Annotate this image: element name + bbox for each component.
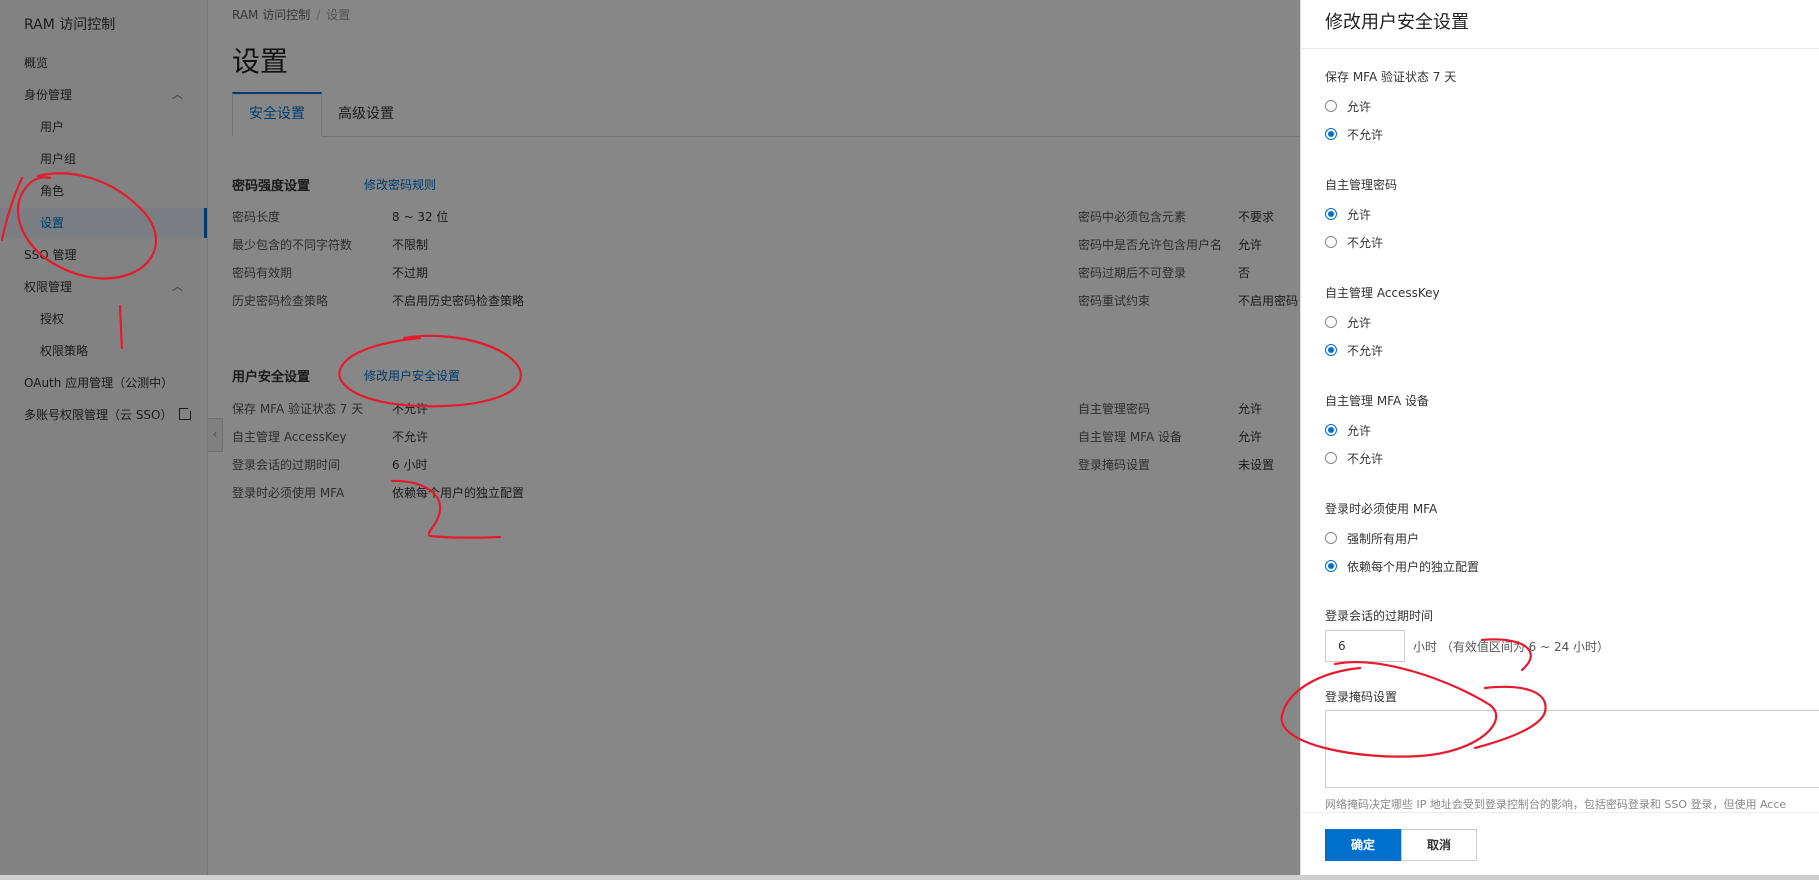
modal-backdrop[interactable] xyxy=(0,0,1300,880)
radio-label: 不允许 xyxy=(1347,452,1384,466)
session-timeout-hint: 小时 （有效值区间为 6 ~ 24 小时） xyxy=(1413,640,1610,654)
confirm-button[interactable]: 确定 xyxy=(1325,829,1401,861)
radio-button-checked[interactable] xyxy=(1325,128,1337,140)
radio-button[interactable] xyxy=(1325,100,1337,112)
radio-button-checked[interactable] xyxy=(1325,208,1337,220)
drawer-title: 修改用户安全设置 xyxy=(1325,12,1469,33)
field-label: 登录会话的过期时间 xyxy=(1325,609,1434,623)
radio-label: 强制所有用户 xyxy=(1347,532,1420,546)
radio-label: 允许 xyxy=(1347,100,1372,114)
login-mask-textarea[interactable] xyxy=(1325,710,1819,788)
radio-label: 依赖每个用户的独立配置 xyxy=(1347,560,1480,574)
field-label: 自主管理 MFA 设备 xyxy=(1325,394,1429,408)
radio-label: 不允许 xyxy=(1347,236,1384,250)
radio-label: 允许 xyxy=(1347,424,1372,438)
radio-button[interactable] xyxy=(1325,316,1337,328)
radio-label: 允许 xyxy=(1347,316,1372,330)
radio-button[interactable] xyxy=(1325,452,1337,464)
radio-button-checked[interactable] xyxy=(1325,344,1337,356)
field-label: 自主管理密码 xyxy=(1325,178,1398,192)
divider xyxy=(1301,812,1819,813)
radio-button[interactable] xyxy=(1325,532,1337,544)
field-label: 保存 MFA 验证状态 7 天 xyxy=(1325,70,1457,84)
field-label: 登录掩码设置 xyxy=(1325,690,1398,704)
login-mask-help: 网络掩码决定哪些 IP 地址会受到登录控制台的影响，包括密码登录和 SSO 登录… xyxy=(1325,798,1787,811)
radio-button-checked[interactable] xyxy=(1325,560,1337,572)
field-label: 自主管理 AccessKey xyxy=(1325,286,1440,300)
radio-button-checked[interactable] xyxy=(1325,424,1337,436)
radio-label: 不允许 xyxy=(1347,128,1384,142)
divider xyxy=(1301,48,1819,49)
cancel-button[interactable]: 取消 xyxy=(1401,829,1477,861)
radio-label: 允许 xyxy=(1347,208,1372,222)
radio-label: 不允许 xyxy=(1347,344,1384,358)
field-label: 登录时必须使用 MFA xyxy=(1325,502,1438,516)
radio-button[interactable] xyxy=(1325,236,1337,248)
bottom-bar xyxy=(0,875,1819,880)
session-timeout-input[interactable]: 6 xyxy=(1325,630,1405,662)
edit-user-security-drawer: 修改用户安全设置 保存 MFA 验证状态 7 天 允许 不允许 自主管理密码 允… xyxy=(1300,0,1819,875)
